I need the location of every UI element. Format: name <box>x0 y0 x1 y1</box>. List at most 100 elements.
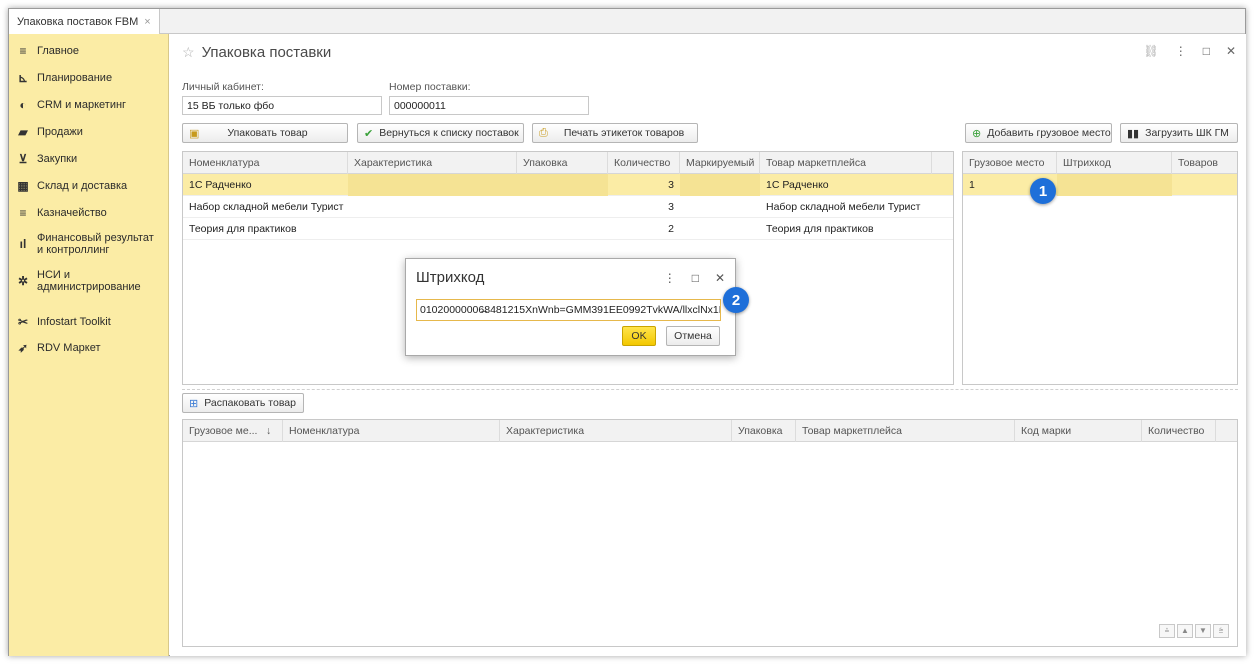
more-icon[interactable]: ⋮ <box>664 271 676 285</box>
barcode-dialog: Штрихкод ⋮ □ ✕ 01020000006̶8481215XnWnb=… <box>405 258 736 356</box>
places-table: Грузовое место Штрихкод Товаров 1 <box>962 151 1238 385</box>
page-title: ☆ Упаковка поставки <box>182 44 331 61</box>
sidebar-item-main[interactable]: ≡ Главное <box>9 42 169 60</box>
table-row[interactable]: Набор складной мебели Турист 3 Набор скл… <box>183 196 953 218</box>
col-package[interactable]: Упаковка <box>517 152 608 174</box>
cell-mp: 1С Радченко <box>766 179 829 191</box>
number-field[interactable]: 000000011 <box>389 96 589 115</box>
pack-button[interactable]: ▣ Упаковать товар <box>182 123 348 143</box>
sidebar-item-label: Казначейство <box>37 207 107 219</box>
sidebar-item-rdv[interactable]: ➶ RDV Маркет <box>9 339 169 357</box>
add-place-button[interactable]: ⊕ Добавить грузовое место <box>965 123 1112 143</box>
load-barcode-button[interactable]: ▮▮ Загрузить ШК ГМ <box>1120 123 1238 143</box>
sidebar-item-crm[interactable]: ◐ CRM и маркетинг <box>9 96 169 114</box>
sidebar-item-warehouse[interactable]: ▦ Склад и доставка <box>9 177 169 195</box>
sidebar-item-treasury[interactable]: ≡ Казначейство <box>9 204 169 222</box>
col-mark-code[interactable]: Код марки <box>1015 420 1142 442</box>
col-mp-product[interactable]: Товар маркетплейса <box>760 152 932 174</box>
barcode-input[interactable]: 01020000006̶8481215XnWnb=GMM391EE0992Tvk… <box>416 299 721 321</box>
sidebar-item-label: Главное <box>37 45 80 57</box>
box-icon: ▣ <box>189 127 200 140</box>
col-mp-product[interactable]: Товар маркетплейса <box>796 420 1015 442</box>
tab-packing[interactable]: Упаковка поставок FBM × <box>9 9 160 34</box>
col-marked[interactable]: Маркируемый <box>680 152 760 174</box>
col-place[interactable]: Грузовое место <box>963 152 1057 174</box>
check-icon: ✔ <box>364 127 374 140</box>
sort-down-icon[interactable]: ↓ <box>262 420 283 442</box>
col-quantity[interactable]: Количество <box>1142 420 1216 442</box>
cabinet-field[interactable]: 15 ВБ только фбо <box>182 96 382 115</box>
unpack-button[interactable]: ⊞ Распаковать товар <box>182 393 304 413</box>
divider <box>182 389 1238 390</box>
sidebar-item-finance[interactable]: ıl Финансовый результат и контроллинг <box>9 230 169 258</box>
col-barcode[interactable]: Штрихкод <box>1057 152 1172 174</box>
sidebar-item-label: Продажи <box>37 126 83 138</box>
cell-name: 1С Радченко <box>189 179 252 191</box>
col-quantity[interactable]: Количество <box>608 152 680 174</box>
col-nomenclature[interactable]: Номенклатура <box>283 420 500 442</box>
warehouse-icon: ▦ <box>17 179 29 193</box>
col-characteristic[interactable]: Характеристика <box>348 152 517 174</box>
cell-highlight <box>517 174 608 196</box>
sidebar-item-label: Склад и доставка <box>37 180 128 192</box>
cell-name: Набор складной мебели Турист <box>189 201 344 213</box>
cell-highlight <box>1057 174 1172 196</box>
cancel-button[interactable]: Отмена <box>666 326 720 346</box>
coins-icon: ≡ <box>19 206 27 220</box>
menu-icon: ≡ <box>19 44 27 58</box>
close-icon[interactable]: ✕ <box>715 271 725 285</box>
close-icon[interactable]: ✕ <box>1226 44 1236 58</box>
ok-button[interactable]: OK <box>622 326 656 346</box>
back-button-label: Вернуться к списку поставок <box>379 127 519 139</box>
maximize-icon[interactable]: □ <box>1203 44 1210 58</box>
cell-mp: Теория для практиков <box>766 223 874 235</box>
sidebar-item-nsi[interactable]: ✲ НСИ и администрирование <box>9 267 169 295</box>
page-title-text: Упаковка поставки <box>201 44 332 61</box>
chart-icon: ⊾ <box>17 71 29 85</box>
first-page-icon[interactable]: ⩮ <box>1159 624 1175 638</box>
dialog-title: Штрихкод <box>416 269 485 286</box>
star-icon[interactable]: ☆ <box>182 44 195 61</box>
cell-highlight <box>348 174 517 196</box>
sidebar-item-sales[interactable]: ▰ Продажи <box>9 123 169 141</box>
table-row[interactable]: Теория для практиков 2 Теория для практи… <box>183 218 953 240</box>
unpack-icon: ⊞ <box>189 397 199 410</box>
close-icon[interactable]: × <box>144 16 150 28</box>
table-header: Номенклатура Характеристика Упаковка Кол… <box>183 152 953 174</box>
step-marker-2: 2 <box>723 287 749 313</box>
prev-page-icon[interactable]: ▲ <box>1177 624 1193 638</box>
table-row[interactable]: 1С Радченко 3 1С Радченко <box>183 174 953 196</box>
table-row[interactable]: 1 <box>963 174 1237 196</box>
last-page-icon[interactable]: ⩭ <box>1213 624 1229 638</box>
sidebar-item-purchases[interactable]: ⊻ Закупки <box>9 150 169 168</box>
packed-table: Грузовое ме... ↓ Номенклатура Характерис… <box>182 419 1238 647</box>
pack-button-label: Упаковать товар <box>227 127 308 139</box>
maximize-icon[interactable]: □ <box>692 271 699 285</box>
plus-icon: ⊕ <box>972 127 982 140</box>
tools-icon: ✂ <box>17 315 29 329</box>
sidebar-item-infostart[interactable]: ✂ Infostart Toolkit <box>9 313 169 331</box>
print-icon: ⎙ <box>539 126 548 139</box>
tab-label: Упаковка поставок FBM <box>17 15 139 28</box>
cabinet-label: Личный кабинет: <box>182 81 264 93</box>
col-nomenclature[interactable]: Номенклатура <box>183 152 348 174</box>
col-place[interactable]: Грузовое ме... <box>183 420 262 442</box>
app-window: Упаковка поставок FBM × ≡ Главное ⊾ Планир… <box>8 8 1246 656</box>
col-package[interactable]: Упаковка <box>732 420 796 442</box>
link-icon[interactable]: ⛓ <box>1143 44 1158 58</box>
cell-qty: 2 <box>668 223 674 235</box>
print-labels-button[interactable]: ⎙ Печать этикеток товаров <box>532 123 698 143</box>
cell-highlight <box>680 174 760 196</box>
dialog-controls: ⋮ □ ✕ <box>664 271 725 285</box>
sidebar-item-label: CRM и маркетинг <box>37 99 127 111</box>
sidebar-item-planning[interactable]: ⊾ Планирование <box>9 69 169 87</box>
more-icon[interactable]: ⋮ <box>1175 44 1187 58</box>
col-characteristic[interactable]: Характеристика <box>500 420 732 442</box>
col-count[interactable]: Товаров <box>1172 152 1237 174</box>
load-barcode-label: Загрузить ШК ГМ <box>1145 127 1229 139</box>
next-page-icon[interactable]: ▼ <box>1195 624 1211 638</box>
cell-qty: 3 <box>668 179 674 191</box>
sidebar-item-label: RDV Маркет <box>37 342 101 354</box>
back-button[interactable]: ✔ Вернуться к списку поставок <box>357 123 524 143</box>
sidebar-item-label: Закупки <box>37 153 78 165</box>
